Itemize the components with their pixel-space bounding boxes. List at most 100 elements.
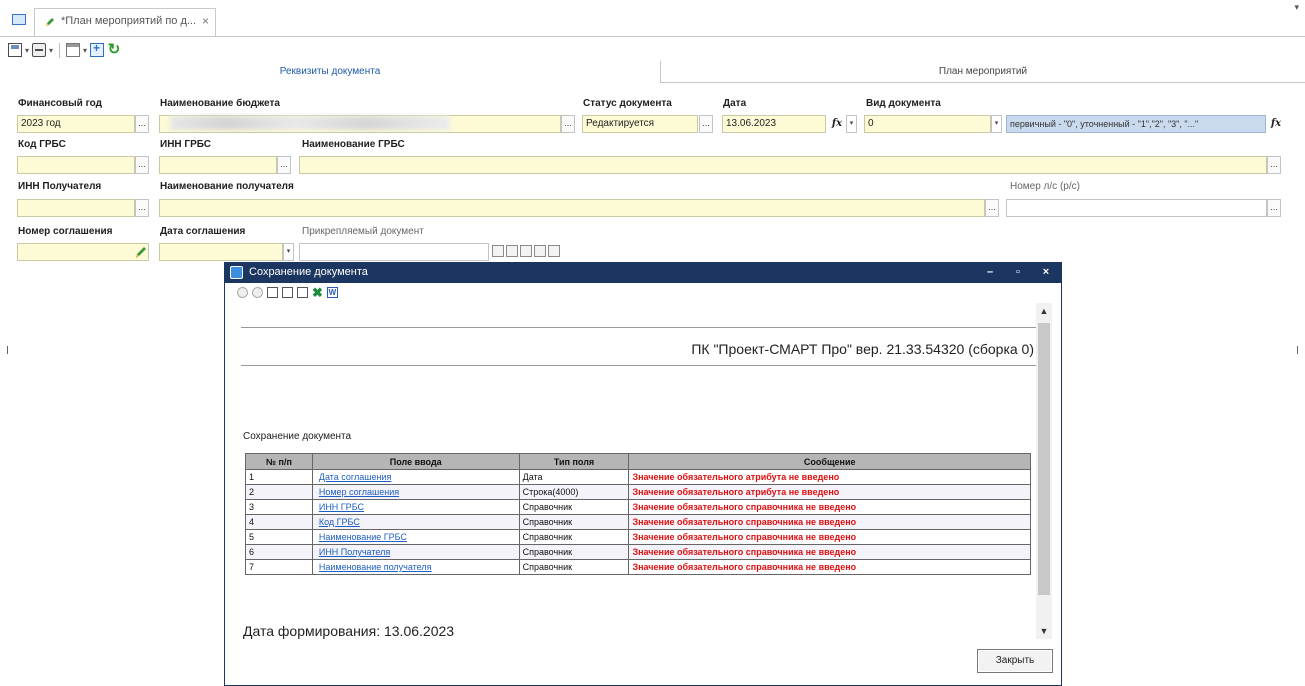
error-message: Значение обязательного справочника не вв…: [628, 499, 1031, 515]
agreement-date-dropdown-button[interactable]: ▾: [283, 243, 294, 261]
chevron-down-icon[interactable]: ▾: [1294, 2, 1299, 13]
table-row: 6 ИНН Получателя Справочник Значение обя…: [245, 544, 1031, 560]
field-link[interactable]: Код ГРБС: [311, 514, 520, 530]
errors-table: № п/п Поле ввода Тип поля Сообщение 1 Да…: [245, 453, 1031, 575]
recipient-name-label: Наименование получателя: [160, 181, 294, 192]
table-row: 5 Наименование ГРБС Справочник Значение …: [245, 529, 1031, 545]
grbs-code-label: Код ГРБС: [18, 139, 66, 150]
field-type: Справочник: [518, 514, 630, 530]
date-dropdown-button[interactable]: ▾: [846, 115, 857, 133]
status-field[interactable]: Редактируется: [582, 115, 698, 133]
close-button[interactable]: Закрыть: [977, 649, 1053, 673]
print-icon[interactable]: [282, 287, 293, 298]
date-formula-button[interactable]: fx: [829, 115, 845, 133]
export-icon[interactable]: [297, 287, 308, 298]
agreement-date-field[interactable]: [159, 243, 283, 261]
account-label: Номер л/с (р/с): [1010, 181, 1080, 192]
grbs-code-select-button[interactable]: ...: [135, 156, 149, 174]
attachment-toolbar: [492, 245, 560, 257]
attach-view-icon[interactable]: [520, 245, 532, 257]
fin-year-select-button[interactable]: ...: [135, 115, 149, 133]
attach-edit-icon[interactable]: [506, 245, 518, 257]
field-type: Дата: [518, 469, 630, 485]
doc-type-formula-button[interactable]: fx: [1268, 115, 1284, 133]
back-icon[interactable]: [237, 287, 248, 298]
doc-type-field[interactable]: 0: [864, 115, 991, 133]
attach-save-icon[interactable]: [534, 245, 546, 257]
save-document-dialog: Сохранение документа – ▫ × ✖ W ПК "Проек…: [224, 262, 1062, 686]
splitter-left[interactable]: [7, 346, 8, 354]
save-dropdown-icon[interactable]: ▾: [25, 46, 29, 55]
error-message: Значение обязательного атрибута не введе…: [628, 469, 1031, 485]
scroll-down-icon[interactable]: ▼: [1036, 623, 1052, 639]
grbs-inn-field[interactable]: [159, 156, 277, 174]
scroll-thumb[interactable]: [1038, 323, 1050, 595]
agreement-no-field[interactable]: [17, 243, 149, 261]
print-icon[interactable]: [32, 43, 47, 57]
tab-event-plan[interactable]: План мероприятий: [660, 61, 1305, 83]
save-icon[interactable]: [8, 43, 22, 57]
grbs-name-field[interactable]: [299, 156, 1267, 174]
recipient-name-field[interactable]: [159, 199, 985, 217]
field-link[interactable]: ИНН ГРБС: [311, 499, 520, 515]
expand-tree-icon[interactable]: [90, 41, 105, 57]
fin-year-field[interactable]: 2023 год: [17, 115, 135, 133]
recipient-inn-field[interactable]: [17, 199, 135, 217]
save-icon[interactable]: [267, 287, 278, 298]
field-link[interactable]: Номер соглашения: [311, 484, 520, 500]
field-link[interactable]: Дата соглашения: [311, 469, 520, 485]
scroll-up-icon[interactable]: ▲: [1036, 303, 1052, 319]
excel-icon[interactable]: ✖: [312, 286, 323, 299]
doc-type-dropdown-button[interactable]: ▾: [991, 115, 1002, 133]
attach-new-icon[interactable]: [492, 245, 504, 257]
splitter-right[interactable]: [1297, 346, 1298, 354]
field-type: Справочник: [518, 499, 630, 515]
calendar-icon[interactable]: [66, 43, 81, 57]
report-rule-bottom: [241, 365, 1036, 366]
grbs-inn-select-button[interactable]: ...: [277, 156, 291, 174]
date-field[interactable]: 13.06.2023: [722, 115, 826, 133]
window-list-icon[interactable]: [12, 14, 26, 25]
close-window-button[interactable]: ×: [1035, 264, 1057, 282]
inner-tabs: Реквизиты документа План мероприятий: [0, 61, 1305, 83]
account-field[interactable]: [1006, 199, 1267, 217]
maximize-button[interactable]: ▫: [1007, 264, 1029, 282]
forward-icon[interactable]: [252, 287, 263, 298]
word-icon[interactable]: W: [326, 287, 338, 298]
grbs-name-select-button[interactable]: ...: [1267, 156, 1281, 174]
field-link[interactable]: Наименование ГРБС: [311, 529, 520, 545]
tab-document-details[interactable]: Реквизиты документа: [0, 61, 660, 83]
field-type: Справочник: [518, 559, 630, 575]
table-row: 2 Номер соглашения Строка(4000) Значение…: [245, 484, 1031, 500]
field-type: Справочник: [518, 544, 630, 560]
doc-type-hint: первичный - "0", уточненный - "1","2", "…: [1006, 115, 1266, 133]
status-select-button[interactable]: ...: [699, 115, 713, 133]
row-number: 7: [245, 559, 313, 575]
calendar-dropdown-icon[interactable]: ▾: [83, 46, 87, 55]
tab-divider: [0, 36, 1305, 37]
attachment-field[interactable]: [299, 243, 489, 261]
field-link[interactable]: ИНН Получателя: [311, 544, 520, 560]
account-select-button[interactable]: ...: [1267, 199, 1281, 217]
edit-pencil-icon[interactable]: [134, 244, 148, 260]
document-tab[interactable]: *План мероприятий по д... ×: [34, 8, 216, 36]
main-toolbar: ▾ ▾ ▾ ↻: [8, 40, 121, 60]
row-number: 1: [245, 469, 313, 485]
minimize-button[interactable]: –: [979, 264, 1001, 282]
field-link[interactable]: Наименование получателя: [311, 559, 520, 575]
recipient-inn-select-button[interactable]: ...: [135, 199, 149, 217]
generation-date: Дата формирования: 13.06.2023: [243, 623, 455, 639]
date-label: Дата: [723, 98, 747, 109]
column-header: Поле ввода: [311, 453, 520, 470]
refresh-icon[interactable]: ↻: [107, 42, 121, 57]
print-dropdown-icon[interactable]: ▾: [49, 46, 53, 55]
report-scrollbar[interactable]: ▲ ▼: [1036, 303, 1052, 639]
recipient-name-select-button[interactable]: ...: [985, 199, 999, 217]
attach-open-icon[interactable]: [548, 245, 560, 257]
toolbar-separator: [59, 42, 61, 58]
budget-select-button[interactable]: ...: [561, 115, 575, 133]
dialog-title-bar[interactable]: Сохранение документа – ▫ ×: [225, 263, 1061, 283]
agreement-date-label: Дата соглашения: [160, 226, 246, 237]
grbs-code-field[interactable]: [17, 156, 135, 174]
close-tab-icon[interactable]: ×: [202, 14, 209, 28]
